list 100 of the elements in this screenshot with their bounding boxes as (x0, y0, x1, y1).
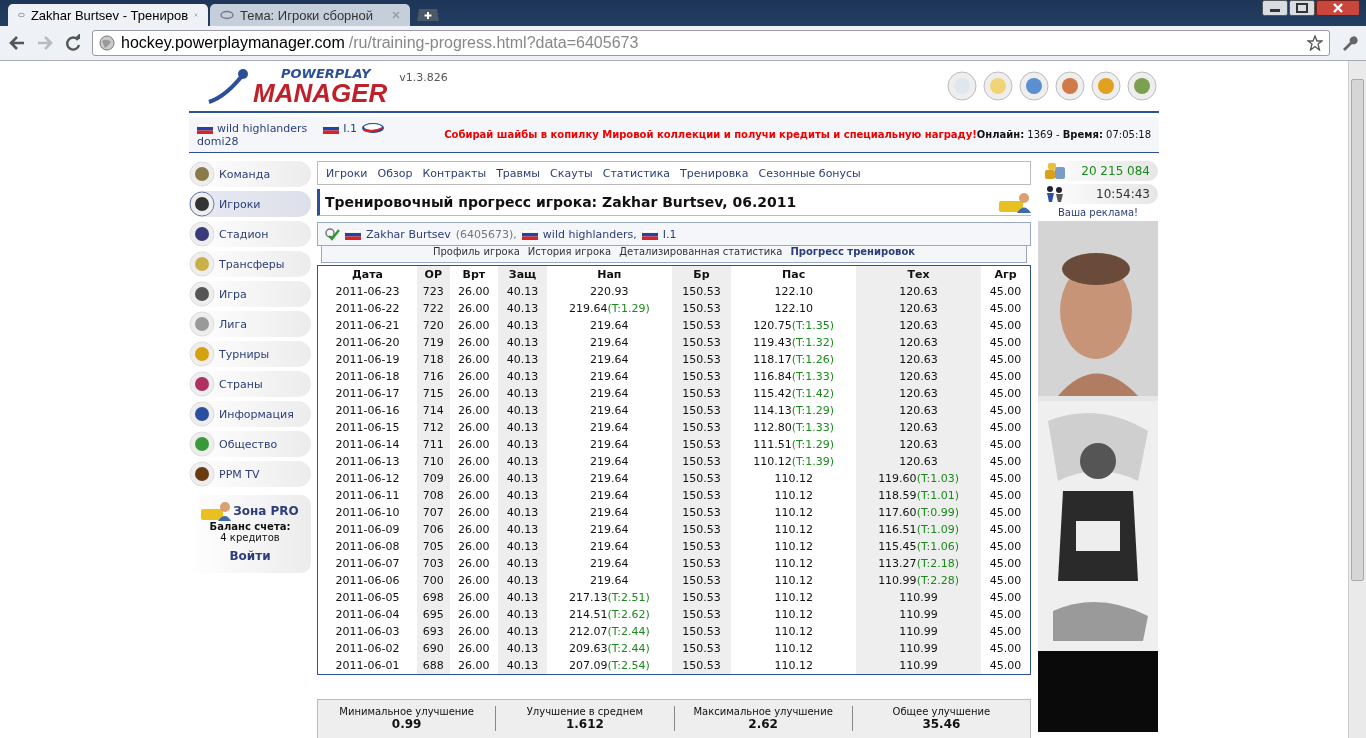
table-cell: 150.53 (671, 640, 732, 657)
column-header[interactable]: Дата (317, 265, 418, 283)
table-cell: 115.45(T:1.06) (856, 538, 981, 555)
table-cell: 150.53 (671, 623, 732, 640)
forward-icon[interactable] (36, 35, 54, 51)
star-icon[interactable] (1307, 35, 1323, 51)
subtab[interactable]: Профиль игрока (432, 246, 520, 262)
nav-item[interactable]: Трансферы (189, 251, 311, 277)
nav-item[interactable]: Общество (189, 431, 311, 457)
flag-icon (197, 122, 213, 134)
menu-link[interactable]: Тренировка (680, 166, 749, 180)
table-cell: 150.53 (671, 419, 732, 436)
table-cell: 710 (417, 453, 450, 470)
column-header[interactable]: ОР (417, 265, 450, 283)
nav-item[interactable]: PPM TV (189, 461, 311, 487)
table-cell: 2011-06-21 (317, 317, 418, 334)
ad-link[interactable]: Ваша реклама! (1057, 207, 1139, 218)
subtab[interactable]: Прогресс тренировок (790, 246, 916, 262)
nav-item[interactable]: Турниры (189, 341, 311, 367)
table-cell: 217.13(T:2.51) (546, 589, 672, 606)
close-icon[interactable] (1316, 0, 1360, 16)
summary-label: Улучшение в среднем (526, 706, 643, 717)
maximize-icon[interactable] (1289, 0, 1315, 16)
nav-item[interactable]: Игра (189, 281, 311, 307)
table-cell: 219.64 (546, 385, 672, 402)
table-cell: 45.00 (980, 606, 1031, 623)
table-cell: 219.64 (546, 402, 672, 419)
reload-icon[interactable] (64, 34, 82, 52)
table-cell: 2011-06-16 (317, 402, 418, 419)
nav-item[interactable]: Стадион (189, 221, 311, 247)
menu-link[interactable]: Травмы (496, 166, 541, 180)
menu-link[interactable]: Сезонные бонусы (758, 166, 861, 180)
promo-link[interactable]: Собирай шайбы в копилку Мировой коллекции и получи кредиты и специальную награду! (444, 129, 977, 140)
table-cell: 115.42(T:1.42) (731, 385, 857, 402)
minimize-icon[interactable] (1262, 0, 1288, 16)
address-bar[interactable]: hockey.powerplaymanager.com /ru/training-progress.html?data=6405673 (92, 30, 1330, 56)
table-cell: 120.63 (856, 385, 981, 402)
table-cell: 150.53 (671, 436, 732, 453)
table-cell: 722 (417, 300, 450, 317)
back-icon[interactable] (8, 35, 26, 51)
pro-badge-icon[interactable] (999, 191, 1031, 213)
table-cell: 712 (417, 419, 450, 436)
table-cell: 45.00 (980, 351, 1031, 368)
table-cell: 110.12 (731, 555, 857, 572)
table-cell: 111.51(T:1.29) (731, 436, 857, 453)
login-link[interactable]: Войти (229, 549, 271, 563)
menu-link[interactable]: Статистика (602, 166, 671, 180)
league-link[interactable]: I.1 (662, 227, 677, 241)
table-cell: 110.99 (856, 657, 981, 675)
column-header[interactable]: Тех (856, 265, 981, 283)
globe-icon (99, 35, 115, 51)
table-cell: 110.99 (856, 606, 981, 623)
table-cell: 110.12 (731, 623, 857, 640)
nav-item[interactable]: Информация (189, 401, 311, 427)
column-header[interactable]: Пас (731, 265, 857, 283)
team-link[interactable]: wild highlanders, (542, 227, 637, 241)
table-cell: 26.00 (449, 504, 499, 521)
column-header[interactable]: Бр (671, 265, 732, 283)
team-link[interactable]: wild highlanders (217, 121, 308, 135)
menu-link[interactable]: Скауты (550, 166, 593, 180)
menu-link[interactable]: Обзор (377, 166, 413, 180)
column-header[interactable]: Защ (498, 265, 547, 283)
nav-item[interactable]: Лига (189, 311, 311, 337)
table-cell: 150.53 (671, 402, 732, 419)
logo[interactable]: POWERPLAY MANAGER (207, 66, 388, 106)
browser-tab[interactable]: Тема: Игроки сборной (210, 4, 410, 26)
username[interactable]: domi28 (197, 134, 386, 148)
league-link[interactable]: I.1 (343, 121, 358, 135)
column-header[interactable]: Врт (449, 265, 499, 283)
table-cell: 40.13 (498, 589, 547, 606)
column-header[interactable]: Нап (546, 265, 672, 283)
table-cell: 120.63 (856, 283, 981, 300)
subtab[interactable]: История игрока (527, 246, 612, 262)
player-link[interactable]: Zakhar Burtsev (366, 227, 451, 241)
menu-link[interactable]: Контракты (422, 166, 487, 180)
nav-item[interactable]: Игроки (189, 191, 311, 217)
table-cell: 150.53 (671, 504, 732, 521)
subtab[interactable]: Детализированная статистика (619, 246, 783, 262)
table-cell: 116.84(T:1.33) (731, 368, 857, 385)
table-cell: 698 (417, 589, 450, 606)
table-cell: 2011-06-12 (317, 470, 418, 487)
table-cell: 110.12 (731, 538, 857, 555)
summary-value: 0.99 (391, 717, 422, 731)
menu-link[interactable]: Игроки (326, 166, 368, 180)
browser-tab[interactable]: Zakhar Burtsev - Трениров (8, 4, 208, 26)
table-cell: 2011-06-23 (317, 283, 418, 300)
table-cell: 45.00 (980, 453, 1031, 470)
nav-item[interactable]: Команда (189, 161, 311, 187)
table-cell: 26.00 (449, 572, 499, 589)
table-cell: 714 (417, 402, 450, 419)
table-cell: 110.99 (856, 589, 981, 606)
table-cell: 2011-06-15 (317, 419, 418, 436)
nav-item[interactable]: Страны (189, 371, 311, 397)
scrollbar[interactable] (1348, 61, 1366, 738)
new-tab-icon[interactable] (416, 8, 440, 22)
nav-icon (189, 401, 215, 427)
table-cell: 26.00 (449, 538, 499, 555)
table-cell: 120.63 (856, 402, 981, 419)
column-header[interactable]: Агр (980, 265, 1031, 283)
table-cell: 40.13 (498, 368, 547, 385)
